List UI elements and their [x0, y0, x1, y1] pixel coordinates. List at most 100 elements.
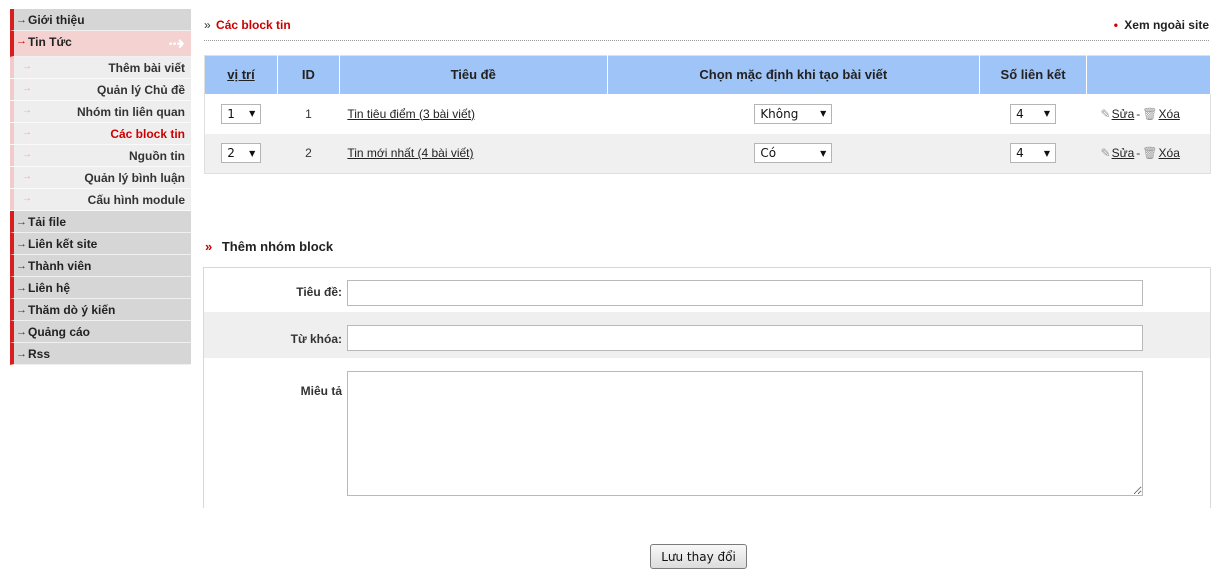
sidebar-item-label: Thăm dò ý kiến — [28, 302, 116, 317]
row-id: 1 — [277, 93, 340, 134]
keyword-input[interactable] — [347, 325, 1143, 351]
sidebar-item-label: Tin Tức — [28, 35, 72, 49]
block-title-link[interactable]: Tin tiêu điểm (3 bài viết) — [347, 107, 475, 121]
chevron-down-icon: ▼ — [820, 109, 827, 118]
sidebar-item-tai-file[interactable]: → Tải file — [10, 211, 191, 233]
sidebar-item-label: Rss — [28, 346, 51, 361]
view-site-label: Xem ngoài site — [1124, 18, 1209, 32]
edit-link[interactable]: Sửa — [1112, 146, 1135, 160]
sidebar-subitem-label: Nguồn tin — [129, 149, 185, 163]
title-label: Tiêu đề: — [296, 285, 342, 299]
bullet-icon: • — [1113, 18, 1118, 32]
sidebar-item-quang-cao[interactable]: → Quảng cáo — [10, 321, 191, 343]
right-arrow-icon: → — [16, 281, 27, 294]
links-count-select[interactable]: 4 ▼ — [1010, 103, 1057, 124]
links-count-select[interactable]: 4 ▼ — [1010, 143, 1057, 164]
right-arrow-icon: → — [16, 325, 27, 338]
save-changes-button[interactable]: Lưu thay đổi — [650, 544, 747, 569]
table-header-row: vị trí ID Tiêu đề Chọn mặc định khi tạo … — [204, 55, 1211, 94]
sidebar-subitem-them-bai-viet[interactable]: → Thêm bài viết — [10, 57, 191, 79]
right-arrow-icon: → — [22, 83, 32, 94]
wrench-icon: ✎ — [1100, 146, 1111, 161]
delete-link[interactable]: Xóa — [1159, 107, 1180, 121]
edit-link[interactable]: Sửa — [1112, 107, 1135, 121]
sidebar-subitem-quan-ly-chu-de[interactable]: → Quản lý Chủ đề — [10, 79, 191, 101]
chevron-down-icon: ▼ — [249, 109, 256, 118]
default-select[interactable]: Có ▼ — [754, 143, 833, 164]
right-arrow-icon: → — [22, 193, 32, 204]
sidebar-subitem-label: Các block tin — [110, 127, 185, 141]
sidebar-item-tham-do-y-kien[interactable]: → Thăm dò ý kiến — [10, 299, 191, 321]
sidebar: → Giới thiệu → Tin Tức ⇢ → Thêm bài viết… — [10, 9, 191, 365]
chevron-down-icon: ▼ — [249, 148, 256, 158]
sidebar-item-label: Giới thiệu — [28, 12, 85, 27]
sidebar-item-label: Liên kết site — [28, 236, 98, 251]
sidebar-subitem-nguon-tin[interactable]: → Nguồn tin — [10, 145, 191, 167]
sidebar-item-tin-tuc[interactable]: → Tin Tức ⇢ — [10, 31, 191, 57]
form-row-description: Miêu tả — [204, 358, 1210, 508]
right-arrow-icon: → — [22, 61, 32, 72]
position-select[interactable]: 1 ▼ — [221, 103, 262, 124]
col-header-default: Chọn mặc định khi tạo bài viết — [607, 55, 981, 94]
add-block-heading: » Thêm nhóm block — [205, 239, 334, 254]
col-header-position[interactable]: vị trí — [204, 55, 278, 94]
right-arrow-icon: → — [22, 149, 32, 160]
sidebar-subitem-label: Quản lý Chủ đề — [96, 83, 185, 97]
chevron-down-icon: ▼ — [1043, 109, 1051, 118]
sidebar-item-label: Liên hệ — [28, 280, 71, 295]
title-input[interactable] — [347, 280, 1143, 306]
sidebar-item-rss[interactable]: → Rss — [10, 343, 191, 365]
sidebar-subitem-label: Cấu hình module — [87, 193, 185, 207]
sidebar-item-label: Thành viên — [28, 258, 92, 273]
col-header-title: Tiêu đề — [339, 55, 608, 94]
right-arrow-icon: → — [16, 237, 27, 250]
right-arrow-icon: → — [16, 35, 27, 47]
sidebar-subitem-nhom-tin-lien-quan[interactable]: → Nhóm tin liên quan — [10, 101, 191, 123]
sidebar-item-lien-ket-site[interactable]: → Liên kết site — [10, 233, 191, 255]
trash-icon: 🗑 — [1142, 106, 1158, 121]
view-site-link[interactable]: • Xem ngoài site — [1114, 18, 1209, 32]
trash-icon: 🗑 — [1142, 146, 1158, 161]
position-select[interactable]: 2 ▼ — [221, 143, 262, 164]
add-block-form: Tiêu đề: Từ khóa: Miêu tả — [203, 267, 1211, 508]
right-arrow-icon: → — [22, 105, 32, 116]
col-header-id: ID — [277, 55, 340, 94]
sidebar-item-label: Tải file — [28, 214, 67, 229]
right-arrow-icon: → — [16, 259, 27, 272]
sidebar-item-gioi-thieu[interactable]: → Giới thiệu — [10, 9, 191, 31]
right-arrow-icon: → — [22, 127, 32, 138]
divider — [204, 40, 1209, 41]
sidebar-subitem-cac-block-tin[interactable]: → Các block tin — [10, 123, 191, 145]
sidebar-subitem-label: Quản lý bình luận — [84, 171, 185, 185]
description-textarea[interactable] — [347, 371, 1143, 496]
sidebar-subitem-quan-ly-binh-luan[interactable]: → Quản lý bình luận — [10, 167, 191, 189]
sidebar-subitem-cau-hinh-module[interactable]: → Cấu hình module — [10, 189, 191, 211]
double-chevron-icon: » — [205, 239, 213, 254]
chevron-down-icon: ▼ — [1043, 148, 1051, 158]
breadcrumb: » Các block tin — [204, 18, 291, 32]
form-row-keyword: Từ khóa: — [204, 312, 1210, 358]
double-chevron-icon: » — [204, 18, 211, 32]
breadcrumb-label: Các block tin — [216, 18, 291, 32]
delete-link[interactable]: Xóa — [1159, 146, 1180, 160]
double-right-arrow-icon: ⇢ — [168, 33, 185, 55]
form-row-title: Tiêu đề: — [204, 268, 1210, 312]
sidebar-subitem-label: Nhóm tin liên quan — [77, 105, 185, 119]
chevron-down-icon: ▼ — [820, 148, 827, 158]
sidebar-subitem-label: Thêm bài viết — [108, 61, 185, 75]
table-row: 1 ▼ 1 Tin tiêu điểm (3 bài viết) Không ▼ 4… — [204, 93, 1211, 134]
col-header-links: Số liên kết — [979, 55, 1088, 94]
row-id: 2 — [277, 133, 340, 174]
right-arrow-icon: → — [16, 347, 27, 360]
block-title-link[interactable]: Tin mới nhất (4 bài viết) — [347, 146, 473, 160]
col-header-actions — [1086, 55, 1211, 94]
sidebar-item-lien-he[interactable]: → Liên hệ — [10, 277, 191, 299]
default-select[interactable]: Không ▼ — [754, 103, 833, 124]
right-arrow-icon: → — [16, 303, 27, 316]
description-label: Miêu tả — [300, 384, 342, 398]
keyword-label: Từ khóa: — [290, 332, 342, 346]
right-arrow-icon: → — [16, 215, 27, 228]
right-arrow-icon: → — [16, 13, 27, 26]
sidebar-item-thanh-vien[interactable]: → Thành viên — [10, 255, 191, 277]
right-arrow-icon: → — [22, 171, 32, 182]
